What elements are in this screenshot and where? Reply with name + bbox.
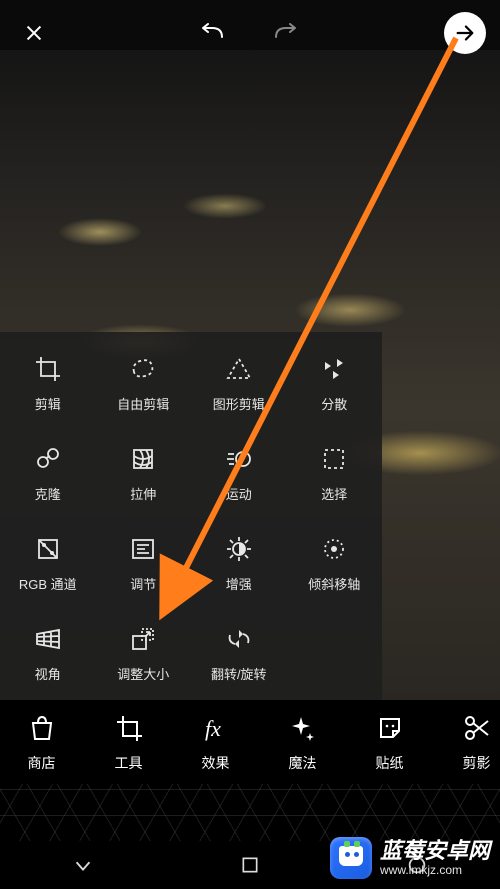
disperse-icon [319,354,349,384]
bottom-tools[interactable]: 工具 [105,711,152,773]
tool-free-crop[interactable]: 自由剪辑 [96,338,192,428]
tool-shape-crop[interactable]: 图形剪辑 [191,338,287,428]
tool-flip-rotate[interactable]: 翻转/旋转 [191,608,287,698]
select-icon [319,444,349,474]
nav-back[interactable] [63,845,103,885]
watermark-title: 蓝莓安卓网 [380,839,490,863]
tool-resize[interactable]: 调整大小 [96,608,192,698]
undo-button[interactable] [195,15,231,51]
tool-label: 克隆 [35,484,61,503]
tool-perspective[interactable]: 视角 [0,608,96,698]
tool-tilt-shift[interactable]: 倾斜移轴 [287,518,383,608]
bottom-toolbar: 商店 工具 fx 效果 魔法 贴纸 剪影 [0,700,500,784]
nav-home[interactable] [230,845,270,885]
bottom-label: 剪影 [463,753,491,773]
stretch-icon [128,444,158,474]
effects-icon: fx [199,711,233,745]
tool-label: 运动 [226,484,252,503]
svg-text:fx: fx [205,716,221,741]
tilt-shift-icon [319,534,349,564]
tool-label: 图形剪辑 [213,394,265,413]
tool-label: 倾斜移轴 [308,574,360,593]
tool-crop[interactable]: 剪辑 [0,338,96,428]
tool-label: 分散 [321,394,347,413]
next-button[interactable] [444,12,486,54]
sticker-icon [373,711,407,745]
tool-label: 视角 [35,664,61,683]
tool-stretch[interactable]: 拉伸 [96,428,192,518]
tool-label: 翻转/旋转 [211,664,267,683]
chevron-down-icon [72,854,94,876]
top-center-group [195,15,303,51]
shape-crop-icon [224,354,254,384]
tool-label: 调节 [130,574,156,593]
bottom-label: 魔法 [289,753,317,773]
undo-icon [198,23,228,43]
bottom-label: 效果 [202,753,230,773]
resize-icon [128,624,158,654]
tool-motion[interactable]: 运动 [191,428,287,518]
square-icon [240,855,260,875]
tool-label: 选择 [321,484,347,503]
adjust-icon [128,534,158,564]
enhance-icon [224,534,254,564]
motion-icon [224,444,254,474]
tool-label: 调整大小 [117,664,169,683]
tool-label: 剪辑 [35,394,61,413]
bottom-magic[interactable]: 魔法 [279,711,326,773]
tool-clone[interactable]: 克隆 [0,428,96,518]
tool-rgb-channel[interactable]: RGB 通道 [0,518,96,608]
bottom-sticker[interactable]: 贴纸 [366,711,413,773]
tool-label: 拉伸 [130,484,156,503]
watermark: 蓝莓安卓网 www.lmkjz.com [330,837,490,879]
tool-adjust[interactable]: 调节 [96,518,192,608]
clone-icon [33,444,63,474]
close-button[interactable] [14,13,54,53]
tool-grid-panel: 剪辑 自由剪辑 图形剪辑 分散 克隆 [0,332,382,714]
redo-button[interactable] [267,15,303,51]
top-toolbar [0,0,500,66]
arrow-right-icon [454,22,476,44]
bottom-label: 商店 [28,753,56,773]
watermark-url: www.lmkjz.com [380,864,490,877]
tool-select[interactable]: 选择 [287,428,383,518]
magic-icon [286,711,320,745]
tools-icon [112,711,146,745]
crop-icon [33,354,63,384]
store-icon [25,711,59,745]
bottom-store[interactable]: 商店 [18,711,65,773]
bottom-cutout[interactable]: 剪影 [453,711,500,773]
free-crop-icon [128,354,158,384]
tool-enhance[interactable]: 增强 [191,518,287,608]
redo-icon [270,23,300,43]
cutout-icon [460,711,494,745]
background-pattern [0,784,500,842]
tool-label: RGB 通道 [19,574,77,593]
perspective-icon [33,624,63,654]
bottom-label: 工具 [115,753,143,773]
tool-label: 自由剪辑 [117,394,169,413]
bottom-label: 贴纸 [376,753,404,773]
bottom-effects[interactable]: fx 效果 [192,711,239,773]
tool-label: 增强 [226,574,252,593]
watermark-logo-icon [330,837,372,879]
rgb-channel-icon [33,534,63,564]
tool-disperse[interactable]: 分散 [287,338,383,428]
flip-rotate-icon [224,624,254,654]
close-icon [23,22,45,44]
